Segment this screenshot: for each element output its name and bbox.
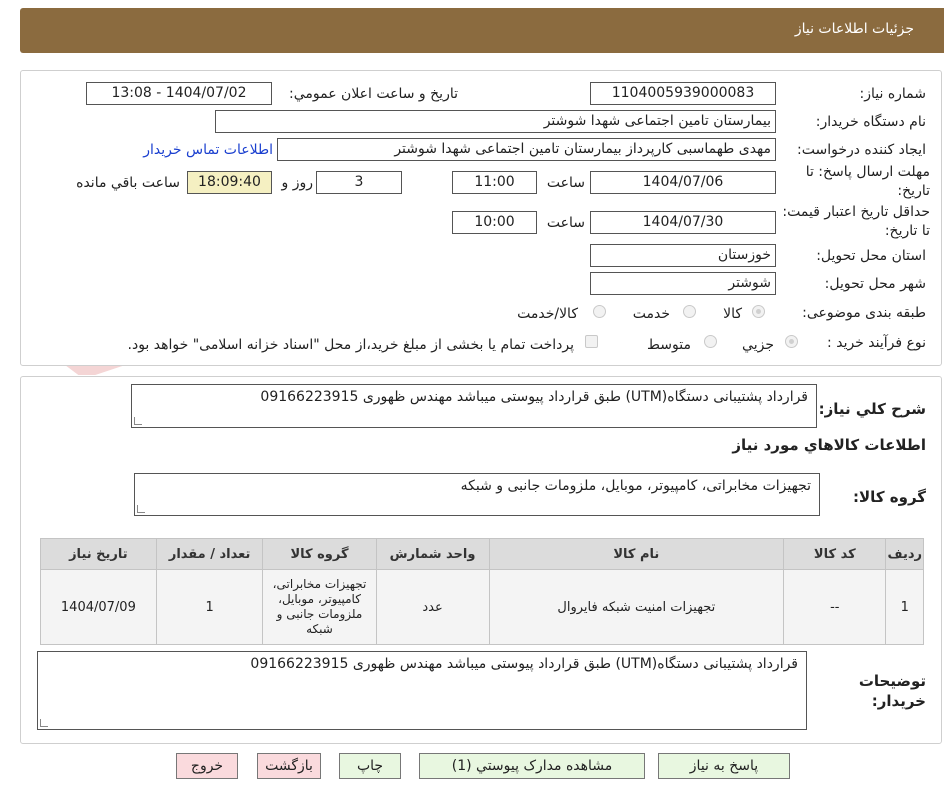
page-header: جزئیات اطلاعات نیاز [20, 8, 944, 53]
resize-handle[interactable] [137, 505, 145, 513]
need-number-field: 1104005939000083 [590, 82, 776, 105]
process-option-minor: جزیي [742, 337, 774, 353]
description-label: شرح کلي نیاز: [818, 400, 926, 418]
buyer-notes-label: توضیحات خریدار: [858, 672, 926, 710]
days-label: روز و [281, 175, 314, 191]
payment-note: پرداخت تمام یا بخشی از مبلغ خرید،از محل … [127, 337, 574, 353]
need-number-label: شماره نیاز: [859, 86, 927, 102]
category-radio-service[interactable] [683, 305, 696, 318]
deadline-label: مهلت ارسال پاسخ: تا تاریخ: [805, 164, 930, 199]
remaining-time-field: 18:09:40 [187, 171, 272, 194]
buyer-org-label: نام دستگاه خریدار: [815, 114, 926, 130]
category-radio-goods[interactable] [752, 305, 765, 318]
view-attachments-button[interactable]: مشاهده مدارک پیوستي (1) [419, 753, 645, 779]
col-qty: تعداد / مقدار [155, 538, 264, 570]
col-group: گروه کالا [262, 538, 377, 570]
back-button[interactable]: بازگشت [257, 753, 321, 779]
exit-button[interactable]: خروج [176, 753, 238, 779]
category-option-goods: کالا [723, 306, 742, 322]
city-field: شوشتر [590, 272, 776, 295]
announce-field: 1404/07/02 - 13:08 [86, 82, 272, 105]
resize-handle[interactable] [40, 719, 48, 727]
deadline-date-field: 1404/07/06 [590, 171, 776, 194]
cell-code: -- [783, 569, 887, 645]
process-radio-minor[interactable] [785, 335, 798, 348]
print-button[interactable]: چاپ [339, 753, 401, 779]
category-option-service: خدمت [632, 306, 670, 322]
col-date: تاریخ نیاز [40, 538, 157, 570]
validity-time-label: ساعت [546, 215, 585, 231]
items-table: ردیف کد کالا نام کالا واحد شمارش گروه کا… [40, 538, 924, 645]
reply-button[interactable]: پاسخ به نیاز [658, 753, 790, 779]
col-row: ردیف [885, 538, 924, 570]
buyer-contact-link[interactable]: اطلاعات تماس خریدار [143, 142, 273, 158]
cell-qty: 1 [155, 569, 264, 645]
goods-section-title: اطلاعات کالاهاي مورد نیاز [732, 436, 926, 454]
payment-checkbox[interactable] [585, 335, 598, 348]
cell-row: 1 [885, 569, 924, 645]
requester-field: مهدی طهماسبی کارپرداز بیمارستان تامین اج… [277, 138, 776, 161]
description-text: قرارداد پشتیبانی دستگاه(UTM) طبق قرارداد… [260, 389, 808, 405]
cell-group: تجهیزات مخابراتی، کامپیوتر، موبایل، ملزو… [262, 569, 377, 645]
validity-label: حداقل تاریخ اعتبار قیمت: تا تاریخ: [782, 204, 930, 239]
remaining-label: ساعت باقي مانده [76, 175, 180, 191]
validity-time-field: 10:00 [452, 211, 537, 234]
category-label: طبقه بندی موضوعی: [802, 305, 926, 321]
col-unit: واحد شمارش [375, 538, 490, 570]
cell-unit: عدد [375, 569, 490, 645]
province-field: خوزستان [590, 244, 776, 267]
goods-group-label: گروه کالا: [853, 488, 926, 506]
goods-group-textarea: تجهیزات مخابراتی، کامپیوتر، موبایل، ملزو… [134, 473, 820, 516]
requester-label: ایجاد کننده درخواست: [797, 142, 926, 158]
validity-date-field: 1404/07/30 [590, 211, 776, 234]
buyer-org-field: بیمارستان تامین اجتماعی شهدا شوشتر [215, 110, 776, 133]
city-label: شهر محل تحویل: [824, 276, 926, 292]
process-option-medium: متوسط [647, 337, 691, 353]
col-name: نام کالا [488, 538, 785, 570]
buyer-notes-textarea: قرارداد پشتیبانی دستگاه(UTM) طبق قرارداد… [37, 651, 807, 730]
days-field: 3 [316, 171, 402, 194]
page-title: جزئیات اطلاعات نیاز [794, 21, 914, 37]
deadline-time-field: 11:00 [452, 171, 537, 194]
goods-group-text: تجهیزات مخابراتی، کامپیوتر، موبایل، ملزو… [460, 478, 811, 494]
process-label: نوع فرآیند خرید : [827, 335, 926, 351]
items-table-header: ردیف کد کالا نام کالا واحد شمارش گروه کا… [40, 538, 924, 570]
deadline-time-label: ساعت [546, 175, 585, 191]
announce-label: تاریخ و ساعت اعلان عمومي: [289, 86, 458, 102]
buyer-notes-text: قرارداد پشتیبانی دستگاه(UTM) طبق قرارداد… [250, 656, 798, 672]
process-radio-medium[interactable] [704, 335, 717, 348]
province-label: استان محل تحویل: [816, 248, 926, 264]
category-radio-goods-service[interactable] [593, 305, 606, 318]
cell-date: 1404/07/09 [40, 569, 157, 645]
resize-handle[interactable] [134, 417, 142, 425]
cell-name: تجهیزات امنیت شبکه فایروال [488, 569, 785, 645]
description-textarea: قرارداد پشتیبانی دستگاه(UTM) طبق قرارداد… [131, 384, 817, 428]
table-row: 1 -- تجهیزات امنیت شبکه فایروال عدد تجهی… [40, 569, 924, 645]
category-option-goods-service: کالا/خدمت [517, 306, 578, 322]
col-code: کد کالا [783, 538, 887, 570]
